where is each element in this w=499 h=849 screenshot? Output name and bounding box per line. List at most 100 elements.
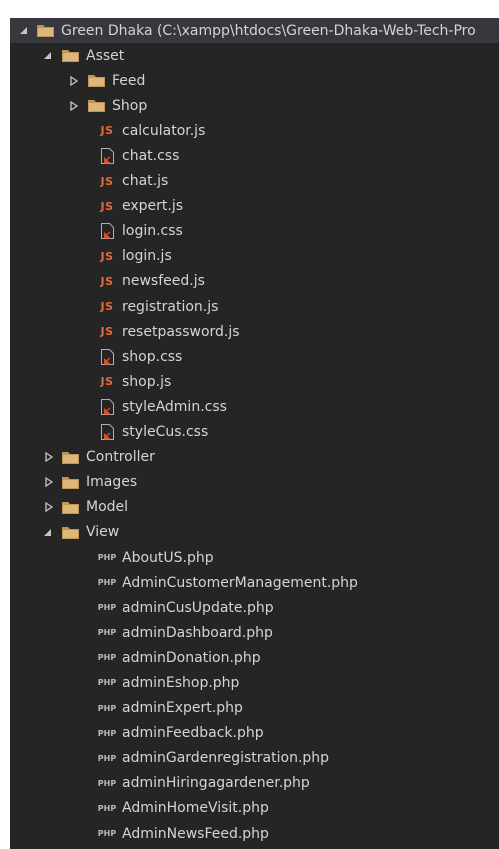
php-file-icon: PHP — [97, 553, 117, 563]
tree-item-root-folder[interactable]: Green Dhaka (C:\xampp\htdocs\Green-Dhaka… — [10, 18, 499, 44]
model-folder-label: Model — [86, 499, 129, 516]
php-file-icon: PHP — [97, 778, 117, 788]
expanded-arrow-icon[interactable] — [17, 25, 29, 37]
js-file-icon: JS — [100, 325, 114, 339]
expanded-arrow-icon[interactable] — [41, 50, 53, 62]
feed-folder-label: Feed — [112, 72, 146, 89]
file-label: styleCus.css — [122, 424, 209, 441]
file-tree: Green Dhaka (C:\xampp\htdocs\Green-Dhaka… — [10, 18, 499, 846]
php-file-icon: PHP — [97, 803, 117, 813]
tree-item-shop[interactable]: Shop — [10, 93, 499, 118]
tree-item-file[interactable]: PHP adminDashboard.php — [10, 620, 499, 645]
php-file-icon: PHP — [97, 603, 117, 613]
tree-item-file[interactable]: styleAdmin.css — [10, 394, 499, 419]
file-label: chat.css — [122, 148, 180, 165]
expanded-arrow-icon[interactable] — [41, 526, 53, 538]
js-file-icon: JS — [100, 124, 114, 138]
folder-icon — [87, 73, 105, 89]
tree-item-file[interactable]: PHP adminEshop.php — [10, 670, 499, 695]
tree-item-file[interactable]: PHP adminExpert.php — [10, 696, 499, 721]
css-file-icon — [98, 424, 116, 441]
tree-item-file[interactable]: JS resetpassword.js — [10, 319, 499, 344]
tree-item-file[interactable]: shop.css — [10, 344, 499, 369]
tree-item-file[interactable]: JS chat.js — [10, 169, 499, 194]
tree-item-file[interactable]: JS calculator.js — [10, 118, 499, 143]
tree-item-file[interactable]: PHP adminDonation.php — [10, 645, 499, 670]
folder-icon — [61, 524, 79, 540]
file-label: AboutUS.php — [122, 549, 214, 566]
file-label: shop.css — [122, 348, 183, 365]
file-label: AdminCustomerManagement.php — [122, 574, 358, 591]
tree-item-file[interactable]: PHP adminCusUpdate.php — [10, 595, 499, 620]
css-file-icon — [98, 223, 116, 240]
file-label: adminDonation.php — [122, 649, 261, 666]
file-label: adminHiringagardener.php — [122, 775, 310, 792]
file-label: adminGardenregistration.php — [122, 750, 330, 767]
file-label: resetpassword.js — [122, 323, 240, 340]
file-label: adminFeedback.php — [122, 725, 264, 742]
js-file-icon: JS — [100, 375, 114, 389]
asset-folder-label: Asset — [86, 47, 125, 64]
file-label: adminEshop.php — [122, 674, 240, 691]
tree-item-file[interactable]: PHP adminFeedback.php — [10, 721, 499, 746]
php-file-icon: PHP — [97, 829, 117, 839]
collapsed-arrow-icon[interactable] — [68, 75, 80, 87]
controller-folder-label: Controller — [86, 449, 155, 466]
tree-item-file[interactable]: styleCus.css — [10, 420, 499, 445]
tree-item-file[interactable]: PHP AdminNewsFeed.php — [10, 821, 499, 846]
tree-item-file[interactable]: PHP adminHiringagardener.php — [10, 771, 499, 796]
folder-icon — [61, 474, 79, 490]
tree-item-file[interactable]: JS newsfeed.js — [10, 269, 499, 294]
js-file-icon: JS — [100, 199, 114, 213]
tree-item-file[interactable]: login.css — [10, 219, 499, 244]
js-file-icon: JS — [100, 249, 114, 263]
file-label: styleAdmin.css — [122, 398, 227, 415]
collapsed-arrow-icon[interactable] — [43, 451, 55, 463]
php-file-icon: PHP — [97, 628, 117, 638]
collapsed-arrow-icon[interactable] — [68, 100, 80, 112]
file-label: adminExpert.php — [122, 700, 243, 717]
js-file-icon: JS — [100, 274, 114, 288]
file-label: login.css — [122, 223, 183, 240]
tree-item-view[interactable]: View — [10, 520, 499, 545]
css-file-icon — [98, 348, 116, 365]
explorer-panel: Green Dhaka (C:\xampp\htdocs\Green-Dhaka… — [10, 18, 499, 849]
collapsed-arrow-icon[interactable] — [43, 476, 55, 488]
tree-item-file[interactable]: PHP AboutUS.php — [10, 545, 499, 570]
php-file-icon: PHP — [97, 653, 117, 663]
folder-icon — [36, 23, 54, 39]
php-file-icon: PHP — [97, 753, 117, 763]
tree-item-model[interactable]: Model — [10, 495, 499, 520]
file-label: AdminHomeVisit.php — [122, 800, 269, 817]
tree-item-file[interactable]: JS registration.js — [10, 294, 499, 319]
php-file-icon: PHP — [97, 578, 117, 588]
folder-icon — [61, 449, 79, 465]
file-label: adminCusUpdate.php — [122, 599, 274, 616]
tree-item-feed[interactable]: Feed — [10, 68, 499, 93]
php-file-icon: PHP — [97, 703, 117, 713]
tree-item-file[interactable]: JS login.js — [10, 244, 499, 269]
file-label: registration.js — [122, 298, 219, 315]
tree-item-file[interactable]: JS expert.js — [10, 194, 499, 219]
tree-item-images[interactable]: Images — [10, 470, 499, 495]
js-file-icon: JS — [100, 174, 114, 188]
tree-item-file[interactable]: JS shop.js — [10, 369, 499, 394]
file-label: chat.js — [122, 173, 169, 190]
images-folder-label: Images — [86, 474, 138, 491]
tree-item-file[interactable]: PHP adminGardenregistration.php — [10, 746, 499, 771]
tree-item-controller[interactable]: Controller — [10, 445, 499, 470]
file-label: expert.js — [122, 198, 184, 215]
tree-item-file[interactable]: chat.css — [10, 143, 499, 168]
collapsed-arrow-icon[interactable] — [43, 501, 55, 513]
root-folder-label: Green Dhaka (C:\xampp\htdocs\Green-Dhaka… — [61, 22, 476, 39]
shop-folder-label: Shop — [112, 97, 148, 114]
css-file-icon — [98, 398, 116, 415]
file-label: calculator.js — [122, 122, 206, 139]
tree-item-file[interactable]: PHP AdminCustomerManagement.php — [10, 570, 499, 595]
php-file-icon: PHP — [97, 678, 117, 688]
view-folder-label: View — [86, 524, 120, 541]
tree-item-file[interactable]: PHP AdminHomeVisit.php — [10, 796, 499, 821]
css-file-icon — [98, 148, 116, 165]
tree-item-asset[interactable]: Asset — [10, 43, 499, 68]
folder-icon — [61, 499, 79, 515]
